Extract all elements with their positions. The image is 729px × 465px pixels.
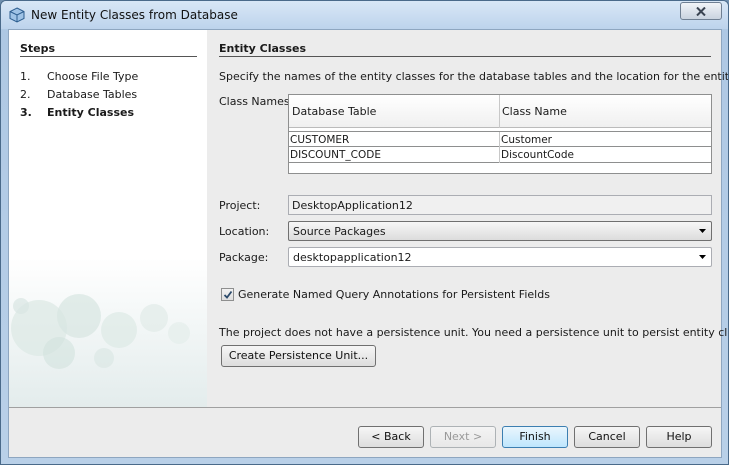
project-label: Project: — [219, 199, 261, 212]
location-dropdown[interactable]: Source Packages — [288, 221, 712, 241]
column-divider — [499, 132, 500, 148]
location-label: Location: — [219, 225, 270, 238]
step-item-current: 3. Entity Classes — [20, 106, 134, 119]
step-number: 2. — [20, 88, 31, 101]
cancel-button[interactable]: Cancel — [574, 426, 640, 448]
content-title: Entity Classes — [219, 42, 307, 55]
column-divider — [499, 147, 500, 163]
step-label: Entity Classes — [47, 106, 135, 119]
create-persistence-unit-button[interactable]: Create Persistence Unit... — [221, 345, 376, 367]
steps-panel: Steps 1. Choose File Type 2. Database Tabl… — [9, 30, 207, 407]
window-title: New Entity Classes from Database — [31, 8, 238, 22]
package-value: desktopapplication12 — [293, 251, 412, 264]
column-header-class-name[interactable]: Class Name — [502, 105, 567, 118]
button-bar-divider — [9, 407, 721, 408]
package-label: Package: — [219, 251, 269, 264]
class-names-table[interactable]: Database Table Class Name CUSTOMER Custo… — [288, 94, 712, 174]
table-row[interactable]: DISCOUNT_CODE DiscountCode — [289, 147, 711, 163]
content-area: Entity Classes Specify the names of the … — [219, 30, 728, 407]
step-number: 3. — [20, 106, 32, 119]
cell-database-table: CUSTOMER — [290, 134, 350, 146]
dialog-window: New Entity Classes from Database Steps 1… — [0, 0, 729, 465]
decorative-bubbles-image — [9, 258, 207, 407]
location-selected-value: Source Packages — [293, 225, 386, 238]
project-field: DesktopApplication12 — [288, 195, 712, 215]
content-description: Specify the names of the entity classes … — [219, 70, 729, 83]
netbeans-cube-icon — [9, 7, 25, 23]
persistence-note: The project does not have a persistence … — [219, 326, 729, 339]
content-divider — [219, 56, 711, 57]
step-number: 1. — [20, 70, 31, 83]
step-label: Choose File Type — [47, 70, 139, 83]
step-item: 1. Choose File Type — [20, 70, 138, 83]
title-bar[interactable]: New Entity Classes from Database — [1, 1, 728, 29]
finish-button[interactable]: Finish — [502, 426, 568, 448]
close-icon — [696, 7, 706, 16]
package-combobox[interactable]: desktopapplication12 — [288, 247, 712, 267]
help-button[interactable]: Help — [646, 426, 712, 448]
dropdown-arrow-icon — [699, 229, 706, 233]
next-button[interactable]: Next > — [430, 426, 496, 448]
column-divider — [499, 95, 500, 128]
column-header-database-table[interactable]: Database Table — [292, 105, 376, 118]
back-button[interactable]: < Back — [358, 426, 424, 448]
step-label: Database Tables — [47, 88, 138, 101]
dialog-content: Steps 1. Choose File Type 2. Database Tabl… — [8, 29, 728, 458]
cell-class-name[interactable]: Customer — [501, 134, 552, 146]
cell-class-name[interactable]: DiscountCode — [501, 149, 574, 161]
generate-query-checkbox[interactable] — [221, 288, 234, 301]
table-header: Database Table Class Name — [289, 95, 711, 128]
step-item: 2. Database Tables — [20, 88, 137, 101]
generate-query-label[interactable]: Generate Named Query Annotations for Per… — [238, 288, 550, 301]
class-names-label: Class Names: — [219, 95, 294, 108]
checkmark-icon — [223, 290, 233, 299]
steps-divider — [20, 56, 197, 57]
dropdown-arrow-icon — [699, 255, 706, 259]
table-row[interactable]: CUSTOMER Customer — [289, 131, 711, 148]
close-button[interactable] — [680, 2, 722, 20]
steps-title: Steps — [20, 42, 56, 55]
cell-database-table: DISCOUNT_CODE — [290, 149, 381, 161]
